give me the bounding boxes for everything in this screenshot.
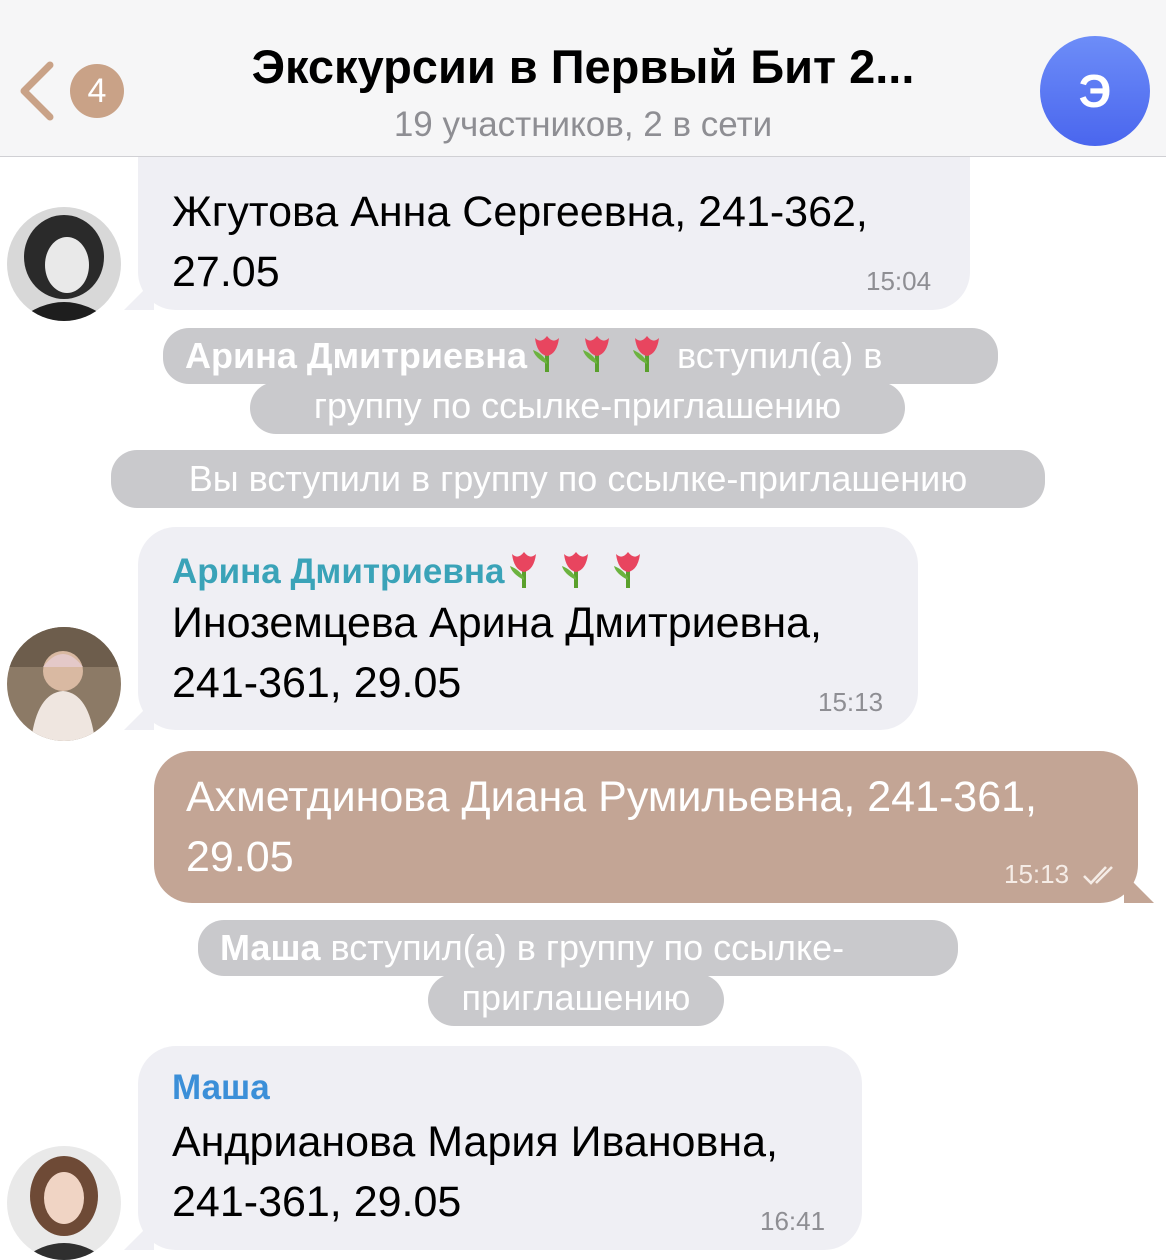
message-text-line: Ахметдинова Диана Румильевна, 241-361,	[186, 773, 1037, 821]
incoming-message[interactable]: Арина Дмитриевна Иноземцева Арина Дмитри…	[138, 527, 918, 730]
service-message-line2: группу по ссылке-приглашению	[250, 382, 905, 434]
service-text: вступил(а) в группу по ссылке-	[330, 927, 845, 968]
message-time: 16:41	[760, 1206, 826, 1236]
sender-name: Маша	[172, 1068, 270, 1107]
service-message-line2: приглашению	[428, 974, 724, 1026]
tulip-icon	[577, 335, 617, 376]
service-message: Вы вступили в группу по ссылке-приглашен…	[111, 450, 1045, 508]
service-text: приглашению	[461, 977, 691, 1018]
service-user-name: Маша	[220, 927, 321, 968]
avatar-photo	[7, 207, 121, 321]
service-user-name: Арина Дмитриевна	[185, 335, 527, 376]
back-chevron-icon	[20, 61, 54, 121]
message-text-line: 241-361, 29.05	[172, 1178, 462, 1226]
back-button[interactable]: 4	[14, 56, 129, 126]
message-text-line: 241-361, 29.05	[172, 659, 462, 707]
tulip-icon	[627, 335, 667, 376]
tulip-icon	[556, 547, 596, 596]
avatar-photo	[7, 1146, 121, 1260]
bubble-tail	[124, 280, 154, 310]
chat-subtitle: 19 участников, 2 в сети	[393, 105, 773, 144]
service-text: Вы вступили в группу по ссылке-приглашен…	[188, 458, 968, 499]
service-text: группу по ссылке-приглашению	[313, 385, 842, 426]
service-text: вступил(а) в	[677, 335, 883, 376]
service-message: Арина Дмитриевна вступил(а) в	[163, 328, 998, 384]
chat-header: 4 Экскурсии в Первый Бит 2... 19 участни…	[0, 0, 1166, 157]
message-time: 15:13	[818, 687, 884, 717]
avatar[interactable]	[7, 207, 121, 321]
avatar[interactable]	[7, 1146, 121, 1260]
message-text-line: Жгутова Анна Сергеевна, 241-362,	[172, 188, 868, 236]
message-text-line: 29.05	[186, 833, 294, 881]
message-text-line: Андрианова Мария Ивановна,	[172, 1118, 778, 1166]
tulip-icon	[608, 547, 648, 596]
group-avatar[interactable]: Э	[1040, 36, 1150, 146]
bubble-tail	[1124, 873, 1154, 903]
message-time: 15:13	[1004, 859, 1070, 889]
bubble-tail	[124, 700, 154, 730]
chat-title-area[interactable]: Экскурсии в Первый Бит 2... 19 участнико…	[200, 38, 966, 148]
double-check-icon	[1083, 866, 1113, 885]
incoming-message[interactable]: Маша Андрианова Мария Ивановна, 241-361,…	[138, 1046, 862, 1250]
bubble-tail	[124, 1220, 154, 1250]
avatar[interactable]	[7, 627, 121, 741]
message-sender: Арина Дмитриевна	[172, 547, 648, 596]
sender-name: Арина Дмитриевна	[172, 551, 505, 591]
message-time: 15:04	[866, 266, 932, 296]
unread-count-badge: 4	[70, 64, 124, 118]
message-text-line: 27.05	[172, 248, 280, 296]
tulip-icon	[527, 335, 567, 376]
message-text-line: Иноземцева Арина Дмитриевна,	[172, 599, 822, 647]
service-message: Маша вступил(а) в группу по ссылке-	[198, 920, 958, 976]
chat-title: Экскурсии в Первый Бит 2...	[251, 40, 915, 93]
outgoing-message[interactable]: Ахметдинова Диана Румильевна, 241-361, 2…	[154, 751, 1138, 903]
tulip-icon	[504, 547, 544, 596]
avatar-photo	[7, 627, 121, 741]
